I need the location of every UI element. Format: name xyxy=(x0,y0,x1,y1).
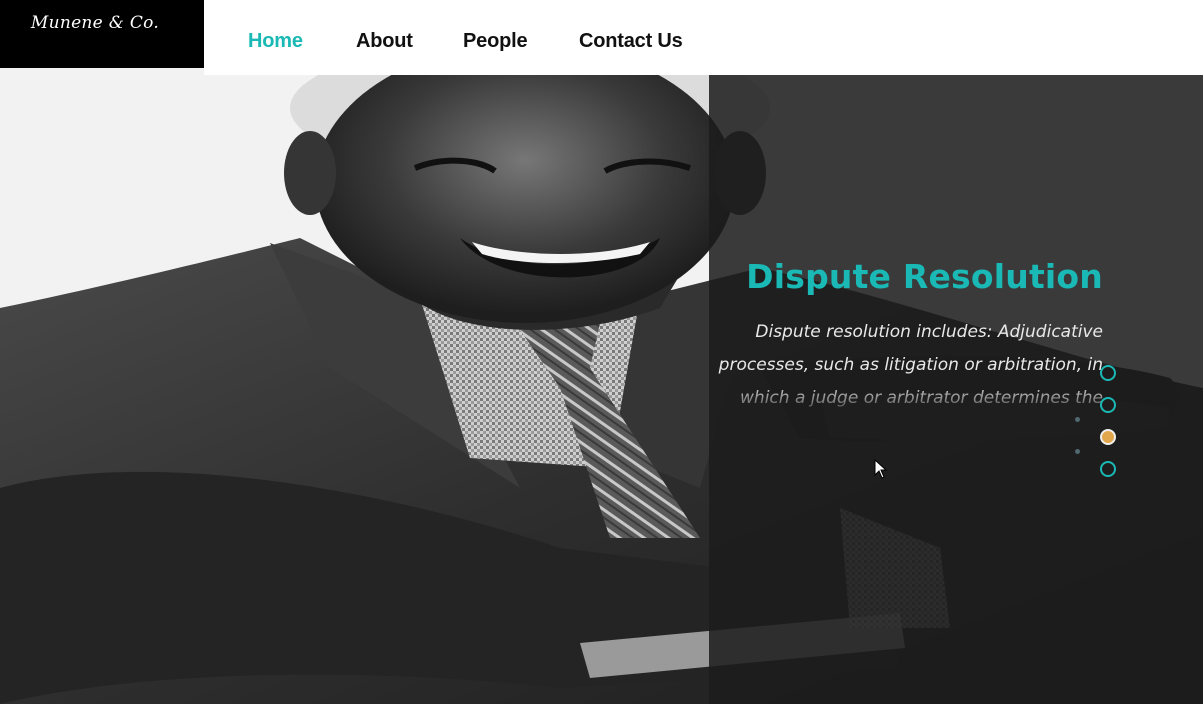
mini-dot xyxy=(1075,417,1080,422)
brand-logo[interactable]: Munene & Co. xyxy=(0,0,204,68)
slide-pagination xyxy=(1075,365,1130,485)
slide-dot-2[interactable] xyxy=(1100,397,1116,413)
slide-dot-4[interactable] xyxy=(1100,461,1116,477)
slide-dot-1[interactable] xyxy=(1100,365,1116,381)
brand-name: Munene & Co. xyxy=(30,13,160,33)
slide-title: Dispute Resolution xyxy=(746,257,1103,296)
slide-description: Dispute resolution includes: Adjudicativ… xyxy=(718,322,1103,408)
slide-overlay: Dispute Resolution Dispute resolution in… xyxy=(709,75,1203,704)
main-nav: Home About People Contact Us xyxy=(204,0,1203,75)
nav-about[interactable]: About xyxy=(356,30,413,53)
mouse-cursor-icon xyxy=(874,459,888,479)
slide-dot-3[interactable] xyxy=(1100,429,1116,445)
nav-people[interactable]: People xyxy=(463,30,528,53)
nav-home[interactable]: Home xyxy=(248,30,303,53)
mini-dot xyxy=(1075,449,1080,454)
hero-slider: Dispute Resolution Dispute resolution in… xyxy=(0,68,1203,704)
nav-contact-us[interactable]: Contact Us xyxy=(579,30,683,53)
